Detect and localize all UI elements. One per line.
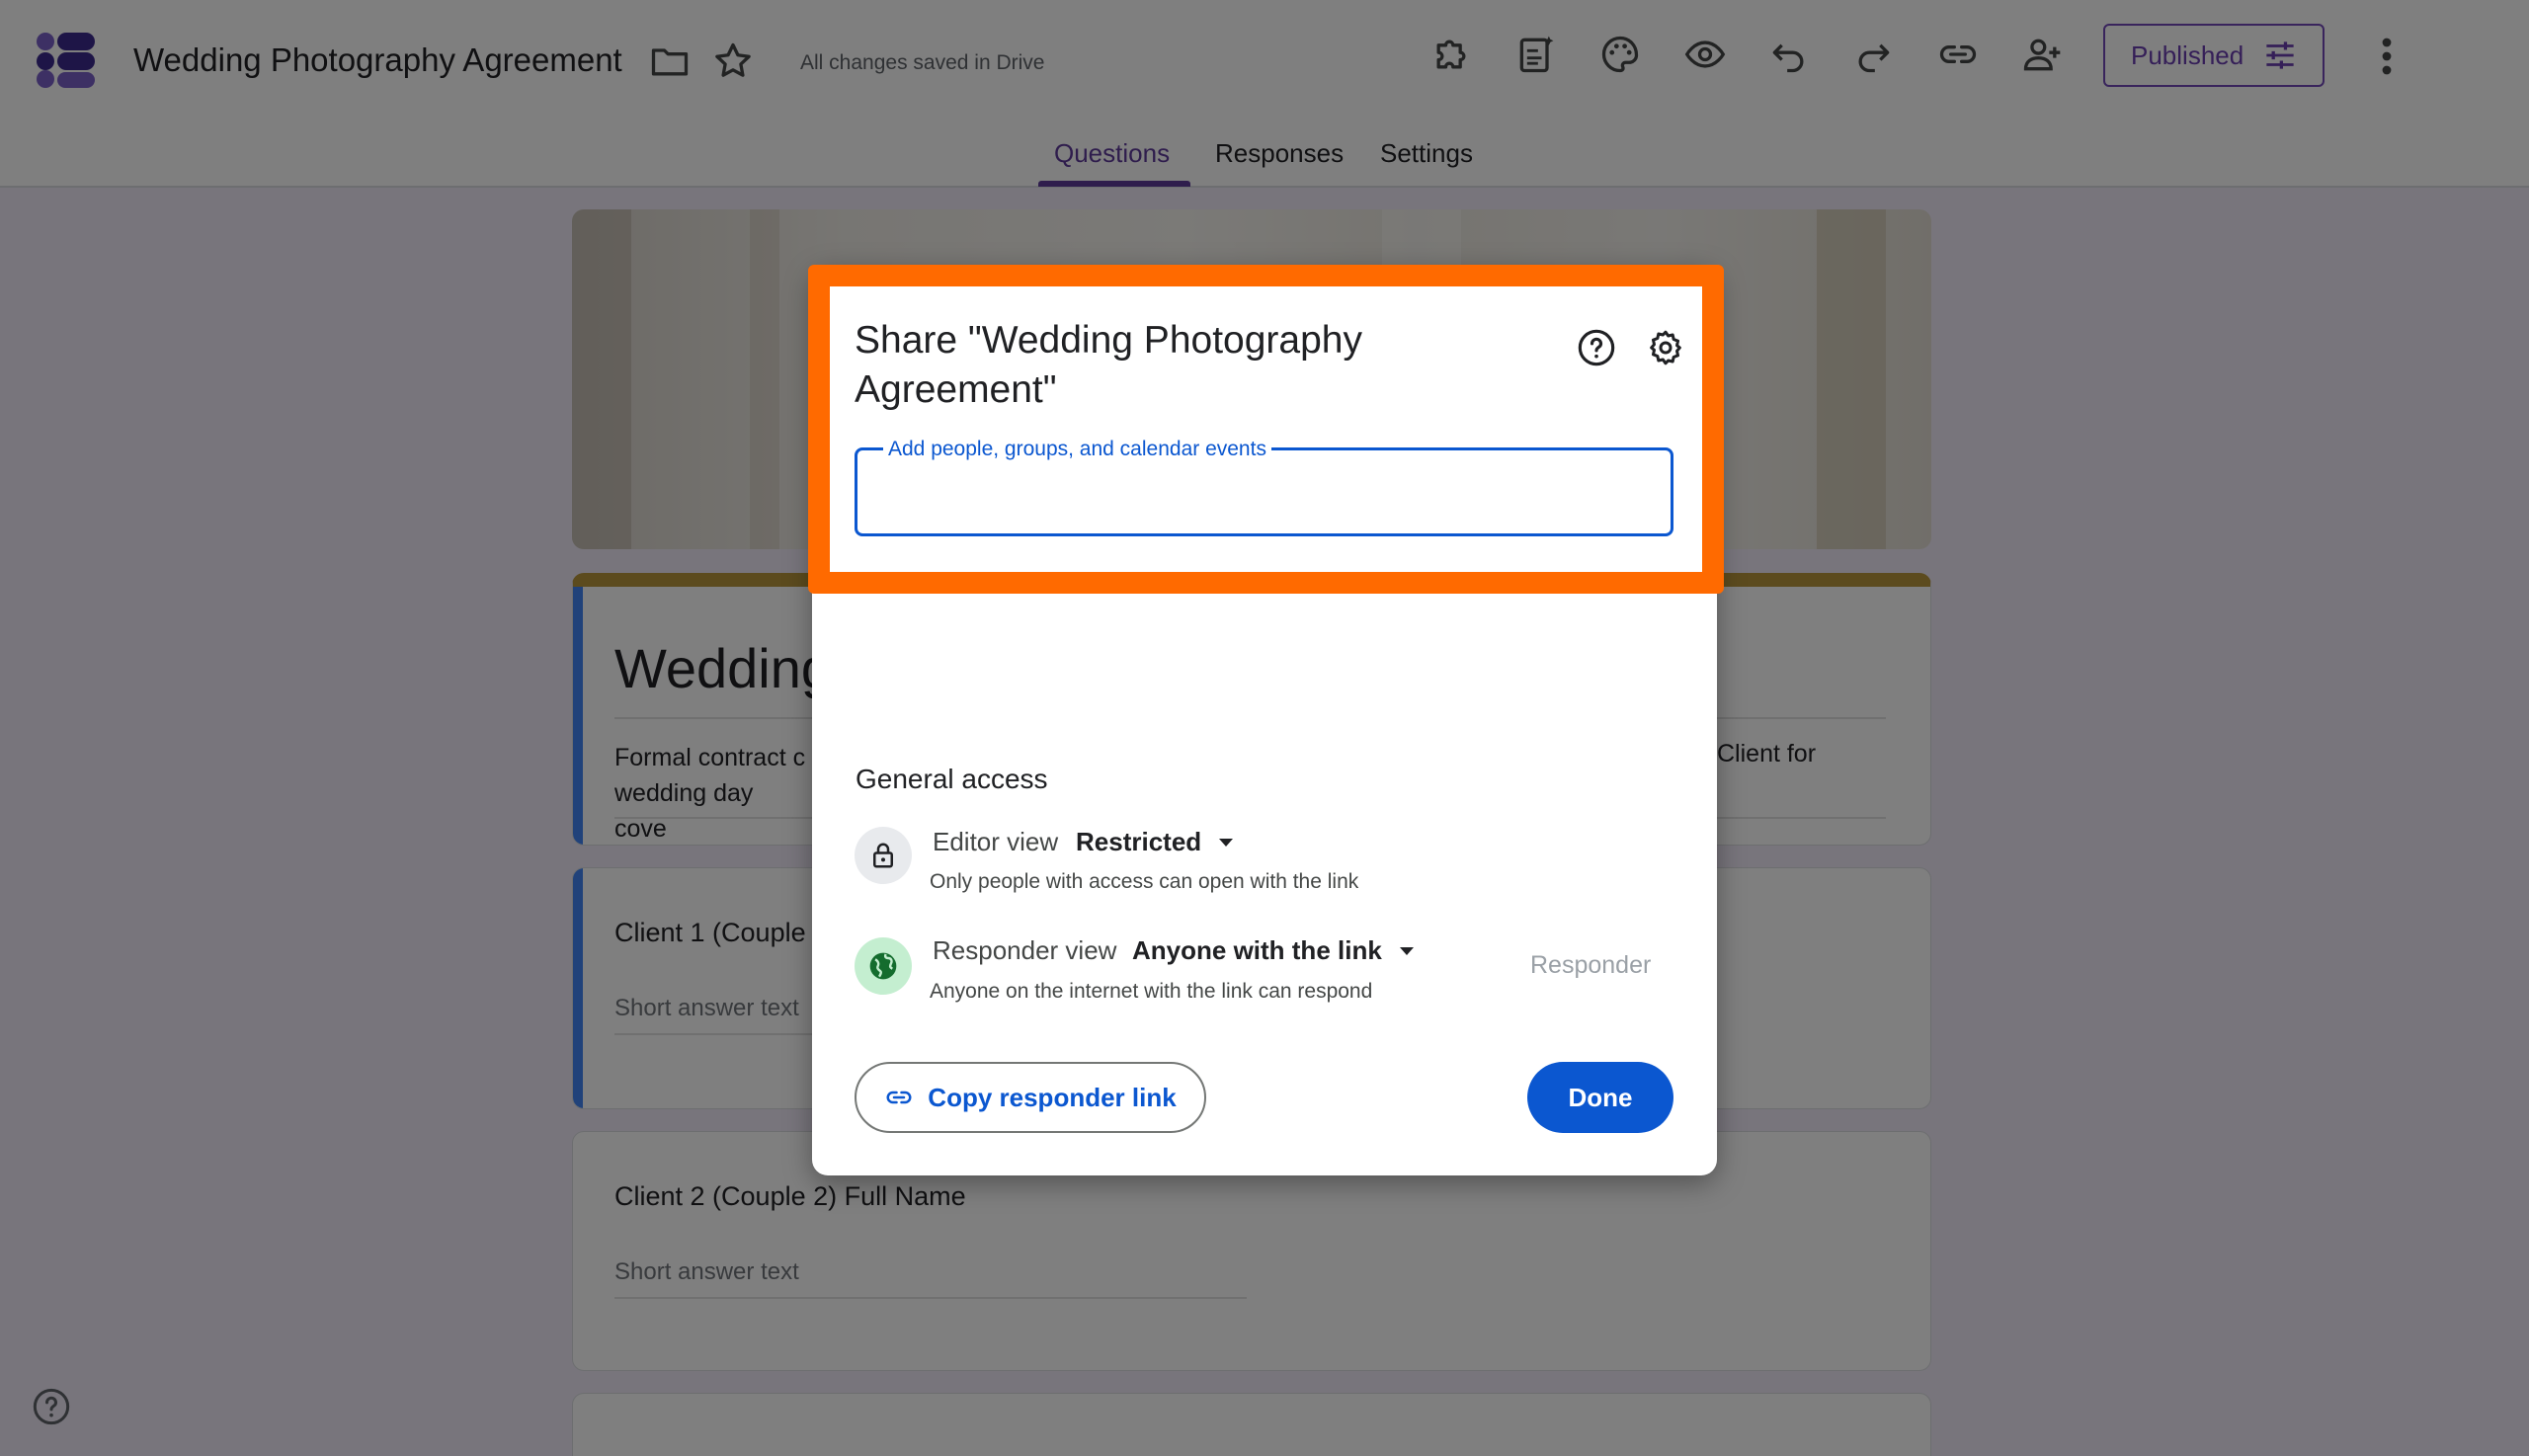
responder-role-label: Responder <box>1530 951 1652 979</box>
responder-view-label: Responder view <box>933 935 1117 965</box>
copy-responder-link-label: Copy responder link <box>928 1082 1177 1112</box>
responder-access-dropdown[interactable]: Anyone with the link <box>1132 935 1414 966</box>
lock-icon <box>855 827 912 884</box>
highlight-box <box>808 265 1724 594</box>
copy-responder-link-button[interactable]: Copy responder link <box>855 1062 1206 1133</box>
editor-access-value: Restricted <box>1076 827 1202 856</box>
responder-access-description: Anyone on the internet with the link can… <box>930 980 1373 1003</box>
done-button[interactable]: Done <box>1527 1062 1673 1133</box>
general-access-heading: General access <box>856 764 1048 794</box>
editor-view-label: Editor view <box>933 827 1059 856</box>
responder-access-value: Anyone with the link <box>1132 935 1382 965</box>
link-icon <box>886 1091 912 1104</box>
editor-access-description: Only people with access can open with th… <box>930 870 1359 893</box>
editor-access-dropdown[interactable]: Restricted <box>1076 827 1234 857</box>
globe-icon <box>855 937 912 995</box>
chevron-down-icon <box>1219 838 1234 847</box>
chevron-down-icon <box>1399 946 1414 955</box>
done-label: Done <box>1568 1082 1633 1112</box>
